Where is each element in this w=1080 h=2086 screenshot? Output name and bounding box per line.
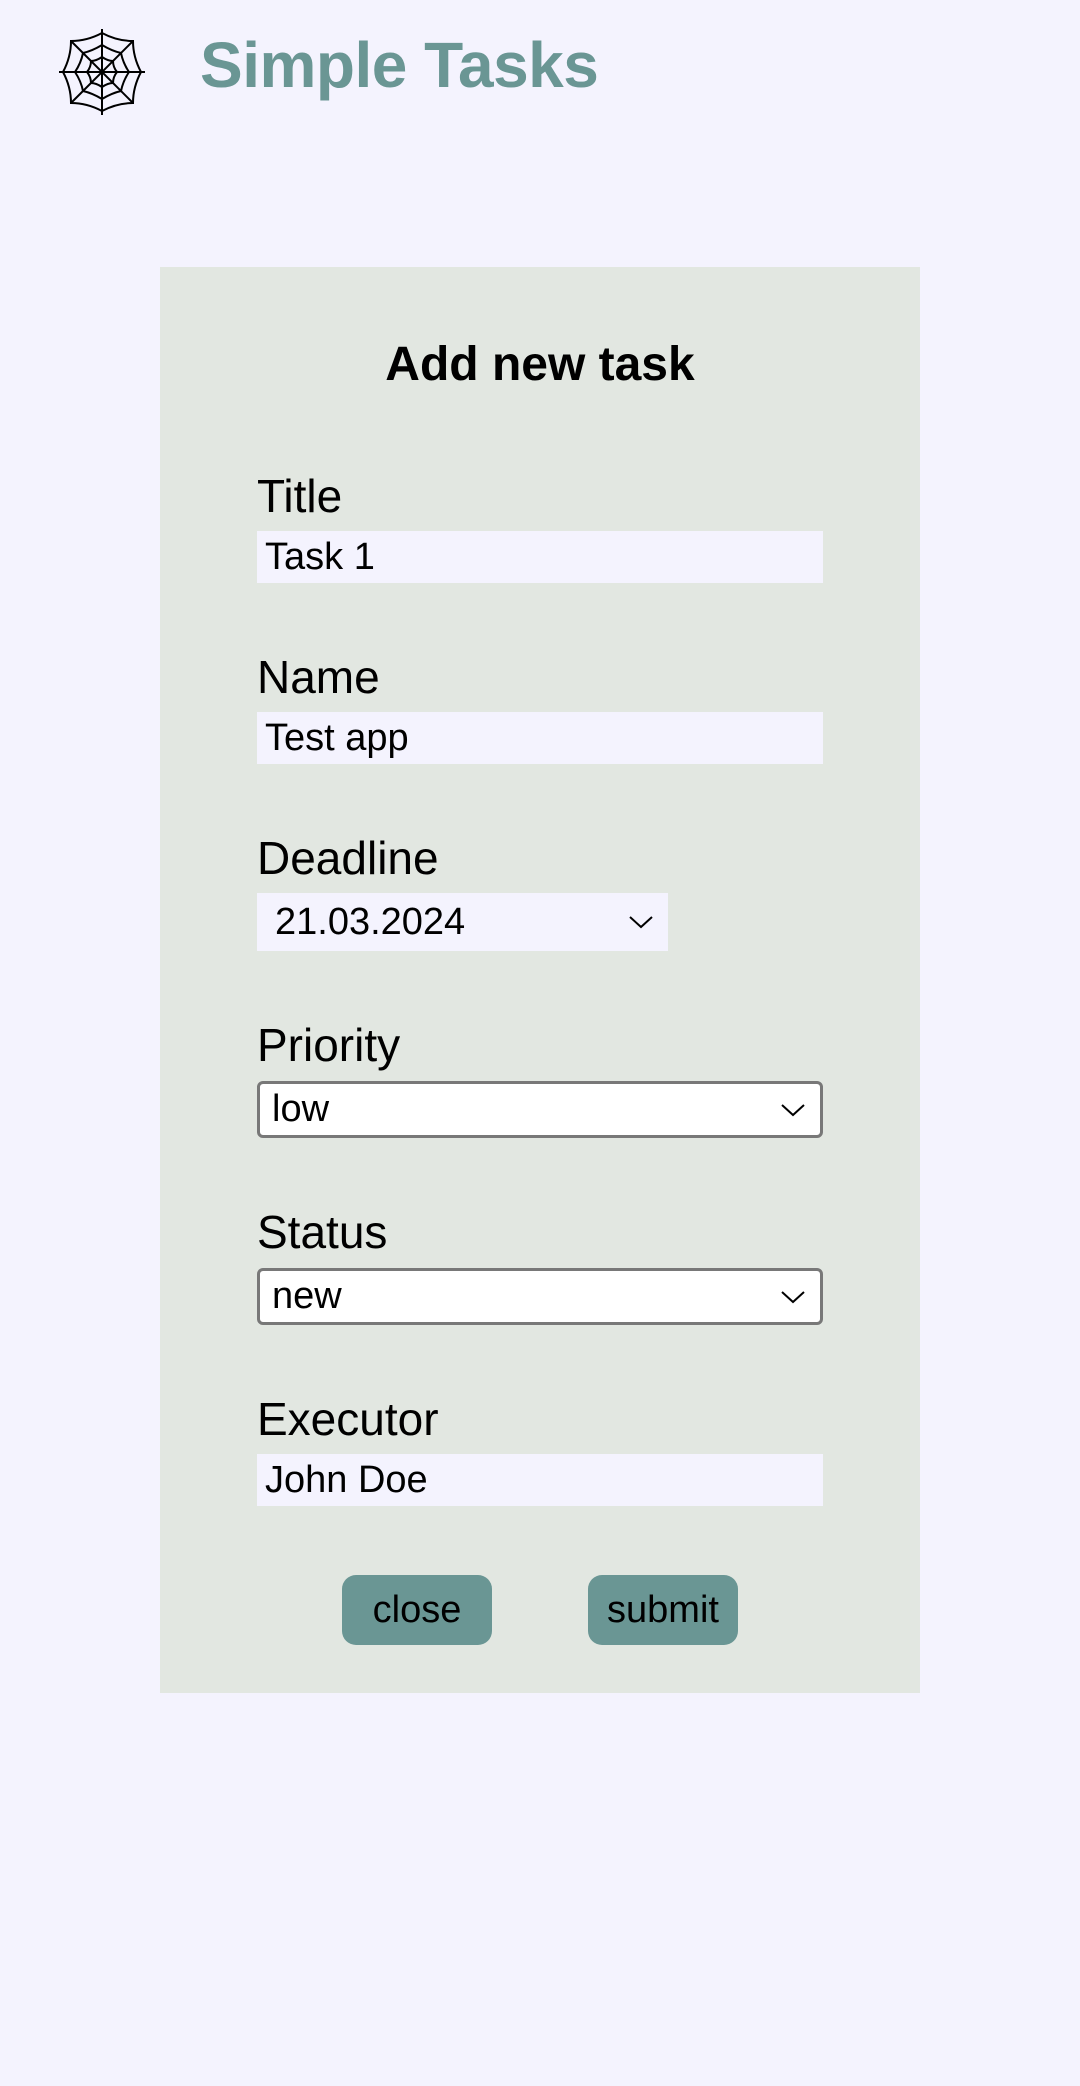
priority-select[interactable]: low [257,1081,823,1138]
name-input[interactable]: Test app [257,712,823,764]
priority-label: Priority [257,1019,401,1071]
spider-web-icon [59,29,145,115]
close-button[interactable]: close [342,1575,492,1645]
title-label: Title [257,470,343,522]
status-select[interactable]: new [257,1268,823,1325]
submit-button[interactable]: submit [588,1575,738,1645]
add-task-form: Add new task Title Task 1 Name Test app … [160,267,920,1693]
deadline-label: Deadline [257,832,439,884]
deadline-date-picker[interactable]: 21.03.2024 [257,893,668,951]
executor-input[interactable]: John Doe [257,1454,823,1506]
executor-value: John Doe [265,1458,428,1501]
status-value: new [272,1275,342,1317]
chevron-down-icon [629,916,653,929]
priority-value: low [272,1088,330,1130]
name-label: Name [257,651,380,703]
app-title: Simple Tasks [200,29,599,101]
executor-label: Executor [257,1393,439,1445]
deadline-value: 21.03.2024 [275,900,466,943]
title-input[interactable]: Task 1 [257,531,823,583]
name-value: Test app [265,716,409,759]
form-title: Add new task [385,338,695,391]
chevron-down-icon [781,1290,805,1303]
chevron-down-icon [781,1103,805,1116]
title-value: Task 1 [265,535,375,578]
status-label: Status [257,1206,388,1258]
